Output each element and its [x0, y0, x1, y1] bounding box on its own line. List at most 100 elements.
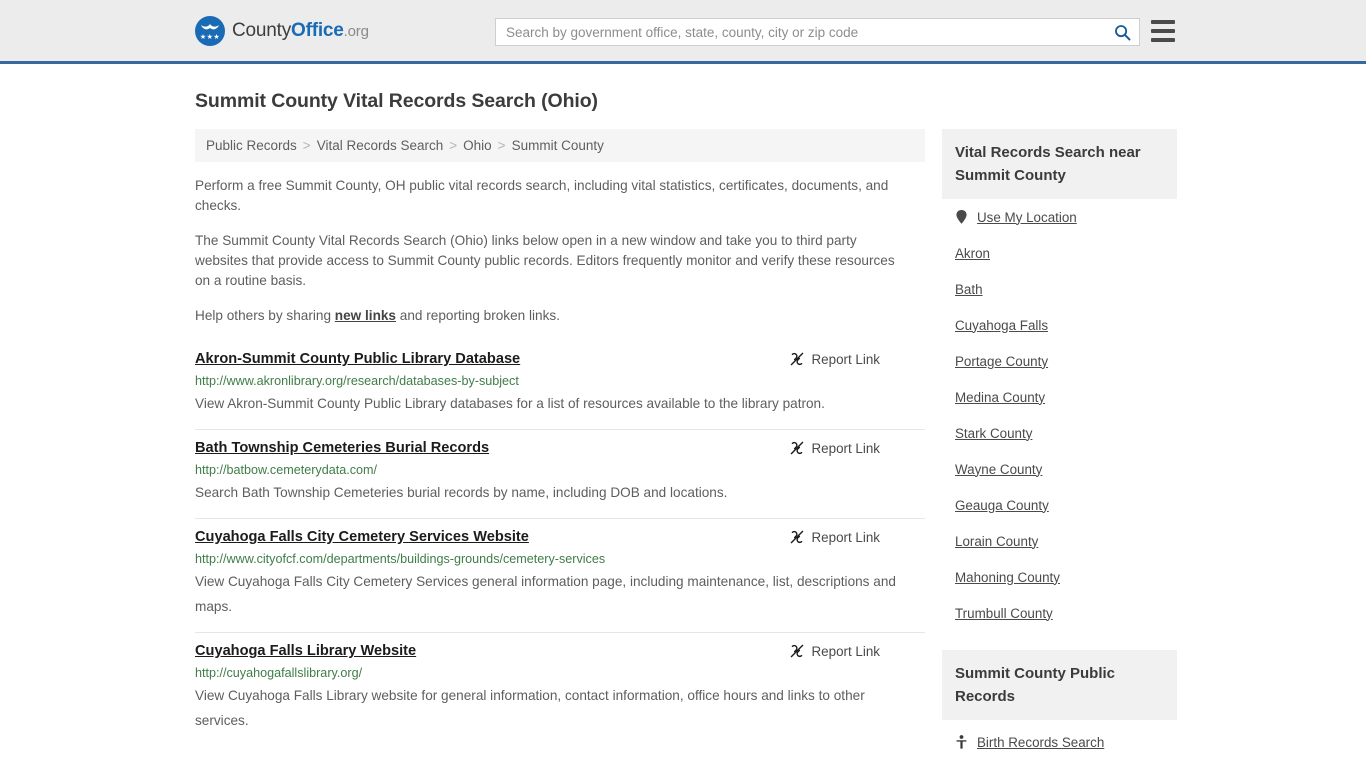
sidebar-item-mahoning-county[interactable]: Mahoning County: [942, 559, 1177, 595]
sidebar: Vital Records Search near Summit County …: [942, 129, 1177, 768]
search-bar[interactable]: [495, 18, 1140, 46]
broken-link-icon: [790, 352, 803, 366]
hamburger-menu-icon[interactable]: [1151, 20, 1175, 42]
hamburger-bar: [1151, 38, 1175, 42]
logo-text-org: .org: [343, 22, 369, 40]
breadcrumb: Public Records > Vital Records Search > …: [195, 129, 925, 162]
result-header: Cuyahoga Falls City Cemetery Services We…: [195, 527, 925, 547]
sidebar-public-records-group: Summit County Public Records Birth Recor…: [942, 650, 1177, 768]
breadcrumb-separator: >: [497, 138, 506, 153]
site-header: ★★★ CountyOffice.org: [0, 0, 1366, 64]
report-link-button[interactable]: Report Link: [789, 440, 880, 456]
broken-link-icon: [790, 644, 803, 658]
sidebar-nearby-heading: Vital Records Search near Summit County: [942, 129, 1177, 199]
sidebar-link-portage-county[interactable]: Portage County: [955, 354, 1048, 369]
sidebar-item-akron[interactable]: Akron: [942, 235, 1177, 271]
breadcrumb-separator: >: [302, 138, 311, 153]
new-links-link[interactable]: new links: [335, 308, 396, 323]
search-input[interactable]: [496, 19, 1105, 45]
search-button[interactable]: [1105, 19, 1139, 45]
sidebar-link-mahoning-county[interactable]: Mahoning County: [955, 570, 1060, 585]
result-title-link[interactable]: Akron-Summit County Public Library Datab…: [195, 349, 520, 369]
site-logo[interactable]: ★★★ CountyOffice.org: [195, 15, 369, 46]
broken-link-icon: [790, 441, 803, 455]
breadcrumb-separator: >: [449, 138, 458, 153]
sidebar-item-birth-records-search[interactable]: Birth Records Search: [942, 724, 1177, 760]
logo-text-office: Office: [291, 19, 344, 41]
result-item: Akron-Summit County Public Library Datab…: [195, 341, 925, 430]
report-link-button[interactable]: Report Link: [789, 643, 880, 659]
sidebar-item-lorain-county[interactable]: Lorain County: [942, 523, 1177, 559]
hamburger-bar: [1151, 29, 1175, 33]
sidebar-link-birth-records-search[interactable]: Birth Records Search: [977, 735, 1104, 750]
sidebar-link-medina-county[interactable]: Medina County: [955, 390, 1045, 405]
sidebar-item-wayne-county[interactable]: Wayne County: [942, 451, 1177, 487]
intro-paragraph-1: Perform a free Summit County, OH public …: [195, 178, 889, 213]
result-url[interactable]: http://www.cityofcf.com/departments/buil…: [195, 551, 925, 567]
sidebar-item-stark-county[interactable]: Stark County: [942, 415, 1177, 451]
breadcrumb-item-vital-records-search[interactable]: Vital Records Search: [317, 138, 444, 153]
broken-link-icon: [790, 530, 803, 544]
sidebar-link-akron[interactable]: Akron: [955, 246, 990, 261]
breadcrumb-item-ohio[interactable]: Ohio: [463, 138, 492, 153]
sidebar-link-trumbull-county[interactable]: Trumbull County: [955, 606, 1053, 621]
result-header: Bath Township Cemeteries Burial Records …: [195, 438, 925, 458]
intro-text-after-link: and reporting broken links.: [396, 308, 560, 323]
report-link-label: Report Link: [811, 351, 880, 367]
eagle-glyph-icon: [201, 23, 219, 29]
intro-text-before-link: Help others by sharing: [195, 308, 335, 323]
sidebar-item-trumbull-county[interactable]: Trumbull County: [942, 595, 1177, 631]
sidebar-link-use-my-location[interactable]: Use My Location: [977, 210, 1077, 225]
report-link-button[interactable]: Report Link: [789, 351, 880, 367]
result-item: Cuyahoga Falls Library Website Report Li…: [195, 633, 925, 746]
sidebar-public-records-list: Birth Records Search Death Records Searc…: [942, 724, 1177, 768]
content-columns: Public Records > Vital Records Search > …: [195, 129, 1366, 768]
result-url[interactable]: http://www.akronlibrary.org/research/dat…: [195, 373, 925, 389]
breadcrumb-item-summit-county[interactable]: Summit County: [512, 138, 604, 153]
sidebar-item-death-records-search[interactable]: Death Records Search: [942, 760, 1177, 768]
sidebar-item-geauga-county[interactable]: Geauga County: [942, 487, 1177, 523]
sidebar-item-medina-county[interactable]: Medina County: [942, 379, 1177, 415]
page-title: Summit County Vital Records Search (Ohio…: [195, 90, 598, 112]
logo-wordmark: CountyOffice.org: [232, 20, 369, 42]
sidebar-item-bath[interactable]: Bath: [942, 271, 1177, 307]
logo-text-county: County: [232, 19, 292, 41]
sidebar-link-stark-county[interactable]: Stark County: [955, 426, 1032, 441]
sidebar-item-use-my-location[interactable]: Use My Location: [942, 199, 1177, 235]
search-icon: [1114, 24, 1130, 40]
sidebar-item-portage-county[interactable]: Portage County: [942, 343, 1177, 379]
result-description: Search Bath Township Cemeteries burial r…: [195, 485, 728, 500]
sidebar-link-bath[interactable]: Bath: [955, 282, 983, 297]
breadcrumb-item-public-records[interactable]: Public Records: [206, 138, 297, 153]
sidebar-link-cuyahoga-falls[interactable]: Cuyahoga Falls: [955, 318, 1048, 333]
report-link-label: Report Link: [811, 529, 880, 545]
report-link-label: Report Link: [811, 643, 880, 659]
map-pin-icon: [955, 210, 968, 224]
hamburger-bar: [1151, 20, 1175, 24]
report-link-label: Report Link: [811, 440, 880, 456]
baby-icon: [955, 735, 968, 749]
sidebar-nearby-list: Use My Location Akron Bath Cuyahoga Fall…: [942, 199, 1177, 631]
result-title-link[interactable]: Cuyahoga Falls Library Website: [195, 641, 416, 661]
sidebar-public-records-heading: Summit County Public Records: [942, 650, 1177, 720]
result-description: View Akron-Summit County Public Library …: [195, 396, 825, 411]
intro-paragraph-3: Help others by sharing new links and rep…: [195, 306, 895, 326]
sidebar-link-lorain-county[interactable]: Lorain County: [955, 534, 1038, 549]
result-description: View Cuyahoga Falls City Cemetery Servic…: [195, 574, 896, 614]
main-column: Public Records > Vital Records Search > …: [195, 129, 925, 768]
result-description: View Cuyahoga Falls Library website for …: [195, 688, 865, 728]
sidebar-link-geauga-county[interactable]: Geauga County: [955, 498, 1049, 513]
sidebar-item-cuyahoga-falls[interactable]: Cuyahoga Falls: [942, 307, 1177, 343]
intro-text: Perform a free Summit County, OH public …: [195, 176, 925, 326]
intro-paragraph-2: The Summit County Vital Records Search (…: [195, 233, 895, 288]
results-list: Akron-Summit County Public Library Datab…: [195, 341, 925, 746]
result-url[interactable]: http://batbow.cemeterydata.com/: [195, 462, 925, 478]
result-url[interactable]: http://cuyahogafallslibrary.org/: [195, 665, 925, 681]
result-header: Akron-Summit County Public Library Datab…: [195, 349, 925, 369]
result-title-link[interactable]: Bath Township Cemeteries Burial Records: [195, 438, 489, 458]
eagle-badge-icon: ★★★: [195, 15, 225, 46]
result-title-link[interactable]: Cuyahoga Falls City Cemetery Services We…: [195, 527, 529, 547]
sidebar-link-wayne-county[interactable]: Wayne County: [955, 462, 1042, 477]
stars-glyph-icon: ★★★: [199, 33, 221, 41]
report-link-button[interactable]: Report Link: [789, 529, 880, 545]
